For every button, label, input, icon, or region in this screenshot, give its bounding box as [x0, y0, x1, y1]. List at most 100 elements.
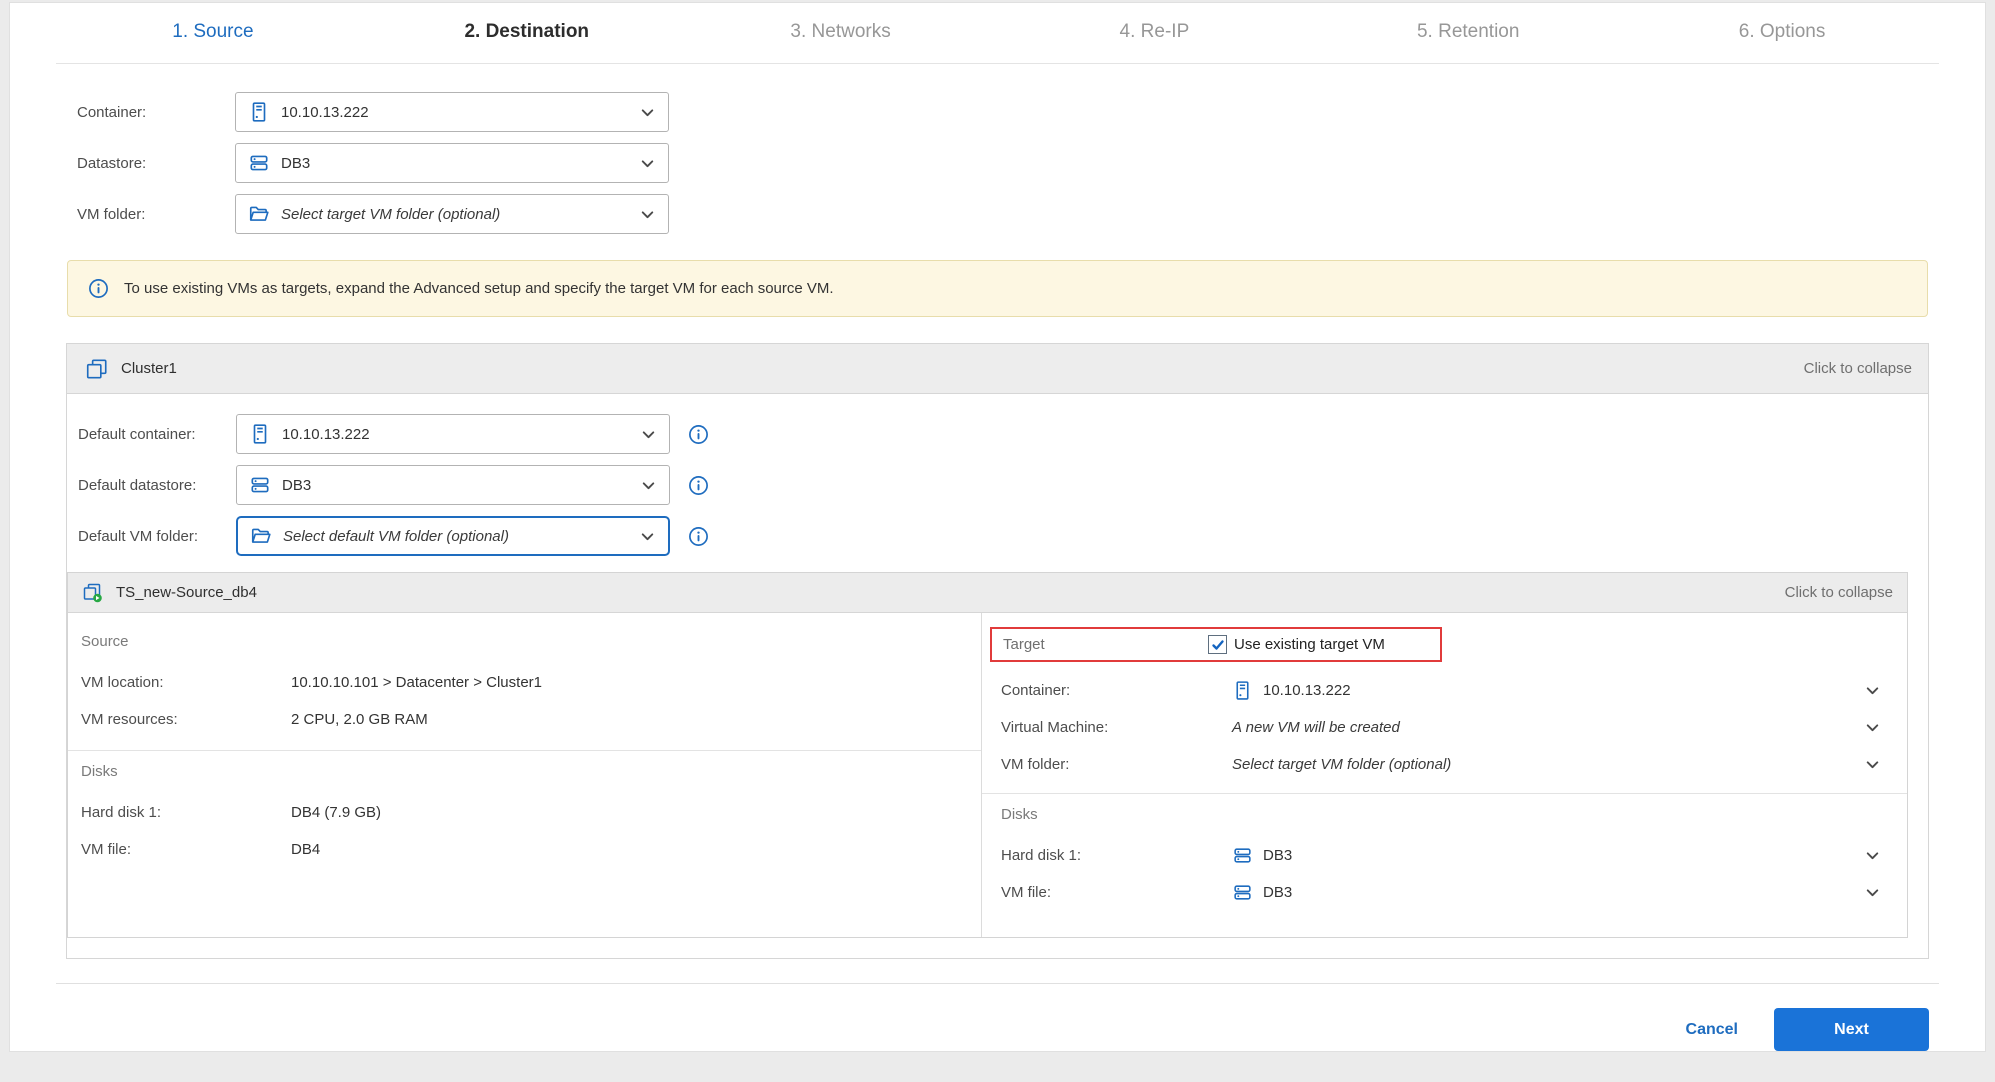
info-icon: [88, 278, 109, 299]
cluster-panel-header[interactable]: Cluster1 Click to collapse: [67, 344, 1928, 394]
target-hard-disk-select[interactable]: Hard disk 1: DB3: [982, 837, 1907, 874]
target-virtual-machine-label: Virtual Machine:: [1001, 719, 1232, 736]
chevron-down-icon: [1864, 884, 1881, 901]
folder-icon: [248, 203, 270, 225]
folder-icon: [250, 525, 272, 547]
chevron-down-icon: [639, 206, 656, 223]
step-tab-source[interactable]: 1. Source: [56, 21, 370, 43]
vm-running-icon: [82, 582, 104, 604]
vm-folder-label: VM folder:: [77, 206, 235, 223]
vm-collapse-hint: Click to collapse: [1785, 584, 1893, 601]
target-virtual-machine-value: A new VM will be created: [1232, 719, 1400, 736]
info-icon[interactable]: [688, 424, 709, 445]
target-vm-file-label: VM file:: [1001, 884, 1232, 901]
target-vm-file-value: DB3: [1263, 884, 1292, 901]
source-hard-disk-row: Hard disk 1: DB4 (7.9 GB): [68, 794, 981, 831]
info-banner-text: To use existing VMs as targets, expand t…: [124, 280, 834, 297]
info-icon[interactable]: [688, 526, 709, 547]
step-tab-options: 6. Options: [1625, 21, 1939, 43]
chevron-down-icon: [640, 477, 657, 494]
target-highlight-box: Target Use existing target VM: [990, 627, 1442, 662]
chevron-down-icon: [1864, 719, 1881, 736]
wizard-page: 1. Source 2. Destination 3. Networks 4. …: [9, 2, 1986, 1052]
default-container-label: Default container:: [78, 426, 236, 443]
source-disks-title: Disks: [68, 763, 981, 780]
vm-panel: TS_new-Source_db4 Click to collapse Sour…: [67, 572, 1908, 938]
destination-form: Container: 10.10.13.222 Datastore: DB3: [77, 92, 1985, 234]
info-banner: To use existing VMs as targets, expand t…: [67, 260, 1928, 317]
target-container-select[interactable]: Container: 10.10.13.222: [982, 672, 1907, 709]
default-vm-folder-dropdown-value: Select default VM folder (optional): [283, 528, 639, 545]
next-button[interactable]: Next: [1774, 1008, 1929, 1051]
source-vm-file-row: VM file: DB4: [68, 831, 981, 868]
chevron-down-icon: [639, 155, 656, 172]
cluster-panel-title: Cluster1: [121, 360, 177, 377]
cancel-button[interactable]: Cancel: [1686, 1021, 1738, 1039]
vm-resources-label: VM resources:: [81, 711, 291, 728]
datastore-dropdown[interactable]: DB3: [235, 143, 669, 183]
target-hard-disk-value: DB3: [1263, 847, 1292, 864]
default-datastore-label: Default datastore:: [78, 477, 236, 494]
source-section-title: Source: [68, 633, 981, 650]
info-icon[interactable]: [688, 475, 709, 496]
source-vm-file-label: VM file:: [81, 841, 291, 858]
container-dropdown[interactable]: 10.10.13.222: [235, 92, 669, 132]
default-container-row: Default container: 10.10.13.222: [78, 414, 1908, 454]
datastore-dropdown-value: DB3: [281, 155, 639, 172]
target-column: Target Use existing target VM Container:: [982, 613, 1907, 937]
wizard-steps: 1. Source 2. Destination 3. Networks 4. …: [56, 3, 1939, 64]
chevron-down-icon: [1864, 847, 1881, 864]
target-section-title: Target: [1003, 636, 1208, 653]
default-container-dropdown[interactable]: 10.10.13.222: [236, 414, 670, 454]
target-container-label: Container:: [1001, 682, 1232, 699]
vm-panel-title: TS_new-Source_db4: [116, 584, 257, 601]
default-datastore-dropdown-value: DB3: [282, 477, 640, 494]
target-virtual-machine-select[interactable]: Virtual Machine: A new VM will be create…: [982, 709, 1907, 746]
datastore-label: Datastore:: [77, 155, 235, 172]
source-hard-disk-value: DB4 (7.9 GB): [291, 804, 381, 821]
host-icon: [248, 101, 270, 123]
vm-folder-row: VM folder: Select target VM folder (opti…: [77, 194, 1985, 234]
vm-panel-header[interactable]: TS_new-Source_db4 Click to collapse: [68, 573, 1907, 613]
vm-resources-row: VM resources: 2 CPU, 2.0 GB RAM: [68, 701, 981, 738]
step-tab-retention: 5. Retention: [1311, 21, 1625, 43]
target-disks-title: Disks: [982, 806, 1907, 823]
cluster-panel: Cluster1 Click to collapse Default conta…: [66, 343, 1929, 959]
footer: Cancel Next: [66, 1008, 1929, 1051]
footer-divider: [56, 983, 1939, 984]
host-icon: [249, 423, 271, 445]
default-container-dropdown-value: 10.10.13.222: [282, 426, 640, 443]
step-tab-reip: 4. Re-IP: [997, 21, 1311, 43]
step-tab-destination[interactable]: 2. Destination: [370, 21, 684, 43]
source-divider: [68, 750, 981, 751]
target-vm-folder-select[interactable]: VM folder: Select target VM folder (opti…: [982, 746, 1907, 783]
host-icon: [1232, 680, 1253, 701]
default-datastore-dropdown[interactable]: DB3: [236, 465, 670, 505]
vm-location-row: VM location: 10.10.10.101 > Datacenter >…: [68, 664, 981, 701]
chevron-down-icon: [640, 426, 657, 443]
default-vm-folder-row: Default VM folder: Select default VM fol…: [78, 516, 1908, 556]
target-divider: [982, 793, 1907, 794]
use-existing-target-vm-checkbox[interactable]: [1208, 635, 1227, 654]
default-vm-folder-label: Default VM folder:: [78, 528, 236, 545]
container-label: Container:: [77, 104, 235, 121]
target-container-value: 10.10.13.222: [1263, 682, 1351, 699]
vm-location-label: VM location:: [81, 674, 291, 691]
default-vm-folder-dropdown[interactable]: Select default VM folder (optional): [236, 516, 670, 556]
chevron-down-icon: [639, 528, 656, 545]
datastore-icon: [249, 474, 271, 496]
vm-location-value: 10.10.10.101 > Datacenter > Cluster1: [291, 674, 542, 691]
container-dropdown-value: 10.10.13.222: [281, 104, 639, 121]
datastore-row: Datastore: DB3: [77, 143, 1985, 183]
cluster-panel-body: Default container: 10.10.13.222 Default …: [67, 394, 1928, 958]
source-column: Source VM location: 10.10.10.101 > Datac…: [68, 613, 982, 937]
target-vm-file-select[interactable]: VM file: DB3: [982, 874, 1907, 911]
vm-panel-body: Source VM location: 10.10.10.101 > Datac…: [68, 613, 1907, 937]
datastore-icon: [1232, 845, 1253, 866]
vm-folder-dropdown[interactable]: Select target VM folder (optional): [235, 194, 669, 234]
vm-resources-value: 2 CPU, 2.0 GB RAM: [291, 711, 428, 728]
target-vm-folder-value: Select target VM folder (optional): [1232, 756, 1451, 773]
target-vm-folder-label: VM folder:: [1001, 756, 1232, 773]
chevron-down-icon: [1864, 756, 1881, 773]
use-existing-target-vm-label[interactable]: Use existing target VM: [1234, 636, 1385, 653]
